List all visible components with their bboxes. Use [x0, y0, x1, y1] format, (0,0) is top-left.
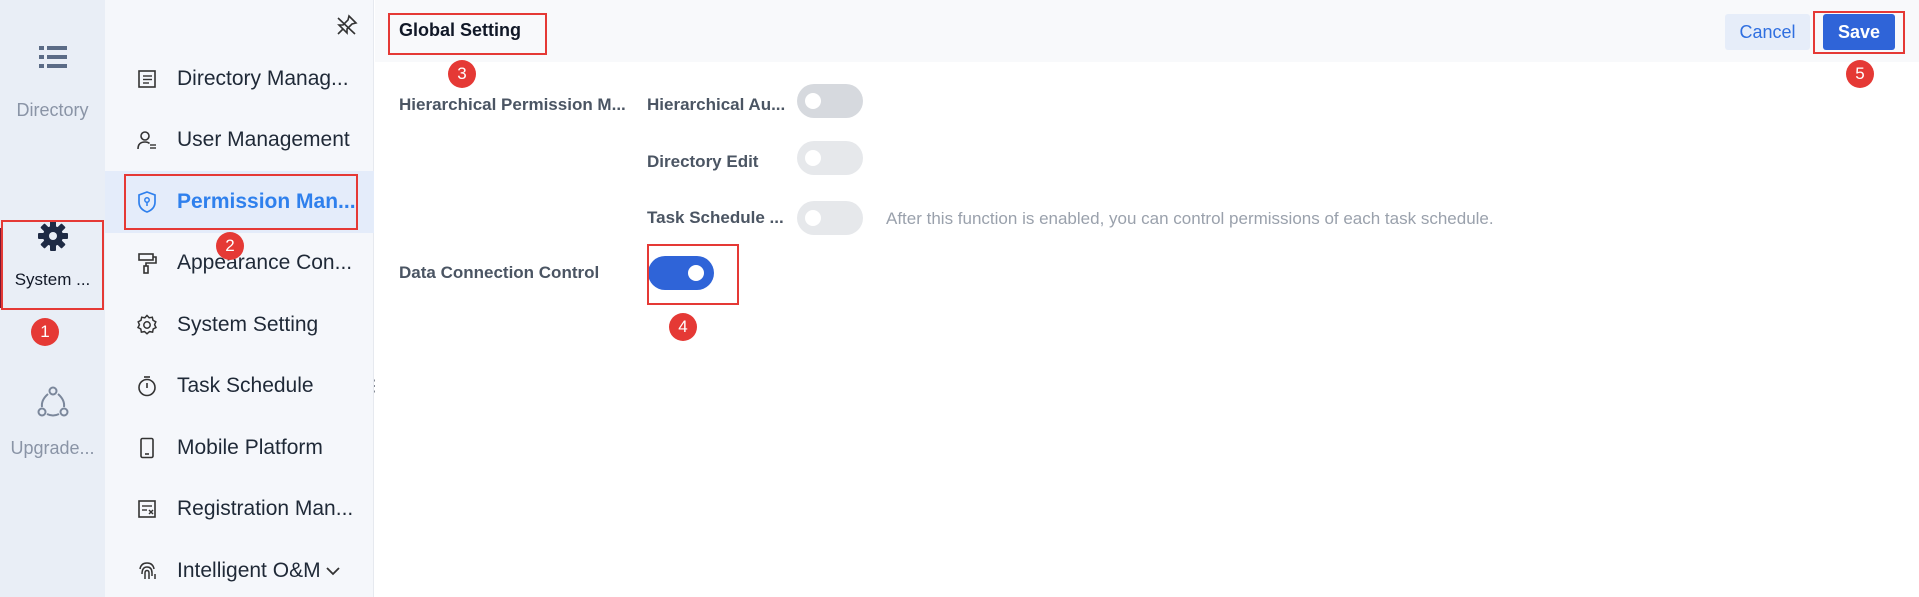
registration-icon	[135, 497, 159, 521]
annotation-badge-1: 1	[31, 318, 59, 346]
main-content: Global Setting Cancel Save Hierarchical …	[375, 0, 1919, 597]
sidebar-item-label: Appearance Con...	[177, 251, 353, 274]
cancel-button[interactable]: Cancel	[1725, 14, 1810, 50]
task-schedule-permission-label: Task Schedule ...	[647, 208, 784, 227]
hierarchical-authorization-label: Hierarchical Au...	[647, 95, 786, 114]
task-schedule-hint: After this function is enabled, you can …	[886, 209, 1494, 228]
mobile-icon	[135, 436, 159, 460]
user-icon	[135, 128, 159, 152]
task-schedule-permission-toggle[interactable]	[797, 201, 863, 235]
directory-edit-toggle[interactable]	[797, 141, 863, 175]
toggle-knob	[805, 93, 821, 109]
sidebar-item-label: System Setting	[177, 313, 319, 336]
list-icon	[38, 46, 67, 68]
sidebar-item-label: Task Schedule	[177, 374, 314, 397]
chevron-down-icon[interactable]	[325, 565, 341, 577]
sidebar-item-user-management[interactable]: User Management	[105, 109, 374, 171]
sidebar-item-label: User Management	[177, 128, 350, 151]
sidebar-item-mobile-platform[interactable]: Mobile Platform	[105, 417, 374, 479]
fingerprint-icon	[135, 559, 159, 583]
sidebar-item-registration-management[interactable]: Registration Man...	[105, 478, 374, 540]
annotation-badge-5: 5	[1846, 60, 1874, 88]
annotation-badge-2: 2	[216, 232, 244, 260]
annotation-badge-3: 3	[448, 60, 476, 88]
sidebar-item-task-schedule[interactable]: Task Schedule	[105, 355, 374, 417]
stopwatch-icon	[135, 374, 159, 398]
toggle-knob	[805, 210, 821, 226]
annotation-box-3	[388, 13, 547, 55]
paint-roller-icon	[135, 251, 159, 275]
annotation-box-4	[647, 244, 739, 305]
hierarchical-authorization-toggle[interactable]	[797, 84, 863, 118]
annotation-box-5	[1813, 11, 1905, 54]
sidebar-item-label: Intelligent O&M	[177, 559, 321, 582]
header-bar: Global Setting Cancel Save	[375, 0, 1919, 62]
sidebar: Directory Manag... User Management Permi…	[105, 0, 397, 597]
sidebar-item-directory-management[interactable]: Directory Manag...	[105, 48, 374, 110]
upgrade-icon	[37, 386, 68, 417]
annotation-box-2	[124, 174, 358, 230]
toggle-knob	[805, 150, 821, 166]
unpin-icon[interactable]	[336, 14, 358, 36]
rail-item-directory[interactable]: Directory	[0, 44, 105, 121]
annotation-badge-4: 4	[669, 313, 697, 341]
hierarchical-permission-group-label: Hierarchical Permission M...	[399, 95, 626, 114]
rail-item-upgrade[interactable]: Upgrade...	[0, 386, 105, 459]
sidebar-item-label: Registration Man...	[177, 497, 354, 520]
rail-item-label: Upgrade...	[10, 438, 95, 458]
gear-outline-icon	[135, 313, 159, 337]
sidebar-item-intelligent-om[interactable]: Intelligent O&M	[105, 540, 374, 597]
sidebar-item-label: Directory Manag...	[177, 67, 349, 90]
sidebar-item-label: Mobile Platform	[177, 436, 323, 459]
sidebar-item-system-setting[interactable]: System Setting	[105, 294, 374, 356]
annotation-box-1	[1, 220, 104, 310]
app-window: Directory System ... Upgrade... Director…	[0, 0, 1919, 597]
rail-item-label: Directory	[16, 100, 89, 120]
document-list-icon	[135, 67, 159, 91]
directory-edit-label: Directory Edit	[647, 152, 759, 171]
data-connection-control-label: Data Connection Control	[399, 263, 600, 282]
